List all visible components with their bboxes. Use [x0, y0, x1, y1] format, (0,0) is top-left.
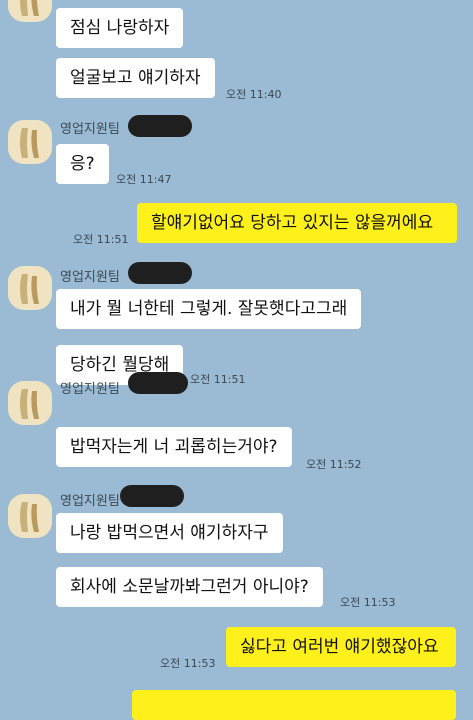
message-time: 오전 11:51	[190, 373, 246, 386]
message-time: 오전 11:47	[116, 173, 172, 186]
sender-name: 영업지원팀	[60, 270, 120, 285]
message-bubble: 내가 뭘 너한테 그렇게. 잘못햇다고그래	[56, 289, 362, 329]
avatar[interactable]	[8, 381, 52, 425]
redaction-mark	[128, 115, 192, 137]
sender-name: 영업지원팀	[60, 382, 120, 397]
message-time: 오전 11:53	[160, 657, 216, 670]
redaction-mark	[120, 485, 184, 507]
redaction-mark	[128, 372, 188, 394]
my-message-bubble: 할얘기없어요 당하고 있지는 않을꺼에요	[137, 203, 457, 243]
my-message-bubble: 싫다고 여러번 얘기했잖아요	[226, 627, 456, 667]
sender-name: 영업지원팀	[60, 494, 120, 509]
avatar[interactable]	[8, 494, 52, 538]
message-bubble: 회사에 소문날까봐그런거 아니야?	[56, 567, 323, 607]
redaction-mark	[128, 262, 192, 284]
avatar[interactable]	[8, 266, 52, 310]
my-message-bubble	[132, 690, 456, 720]
message-bubble: 밥먹자는게 너 괴롭히는거야?	[56, 427, 292, 467]
message-bubble: 점심 나랑하자	[56, 8, 184, 48]
avatar[interactable]	[8, 0, 52, 22]
avatar[interactable]	[8, 120, 52, 164]
message-time: 오전 11:53	[340, 596, 396, 609]
sender-name: 영업지원팀	[60, 122, 120, 137]
message-bubble: 응?	[56, 144, 109, 184]
message-bubble: 나랑 밥먹으면서 얘기하자구	[56, 513, 283, 553]
message-time: 오전 11:51	[73, 233, 129, 246]
message-bubble: 얼굴보고 얘기하자	[56, 58, 215, 98]
message-time: 오전 11:40	[226, 88, 282, 101]
message-time: 오전 11:52	[306, 458, 362, 471]
